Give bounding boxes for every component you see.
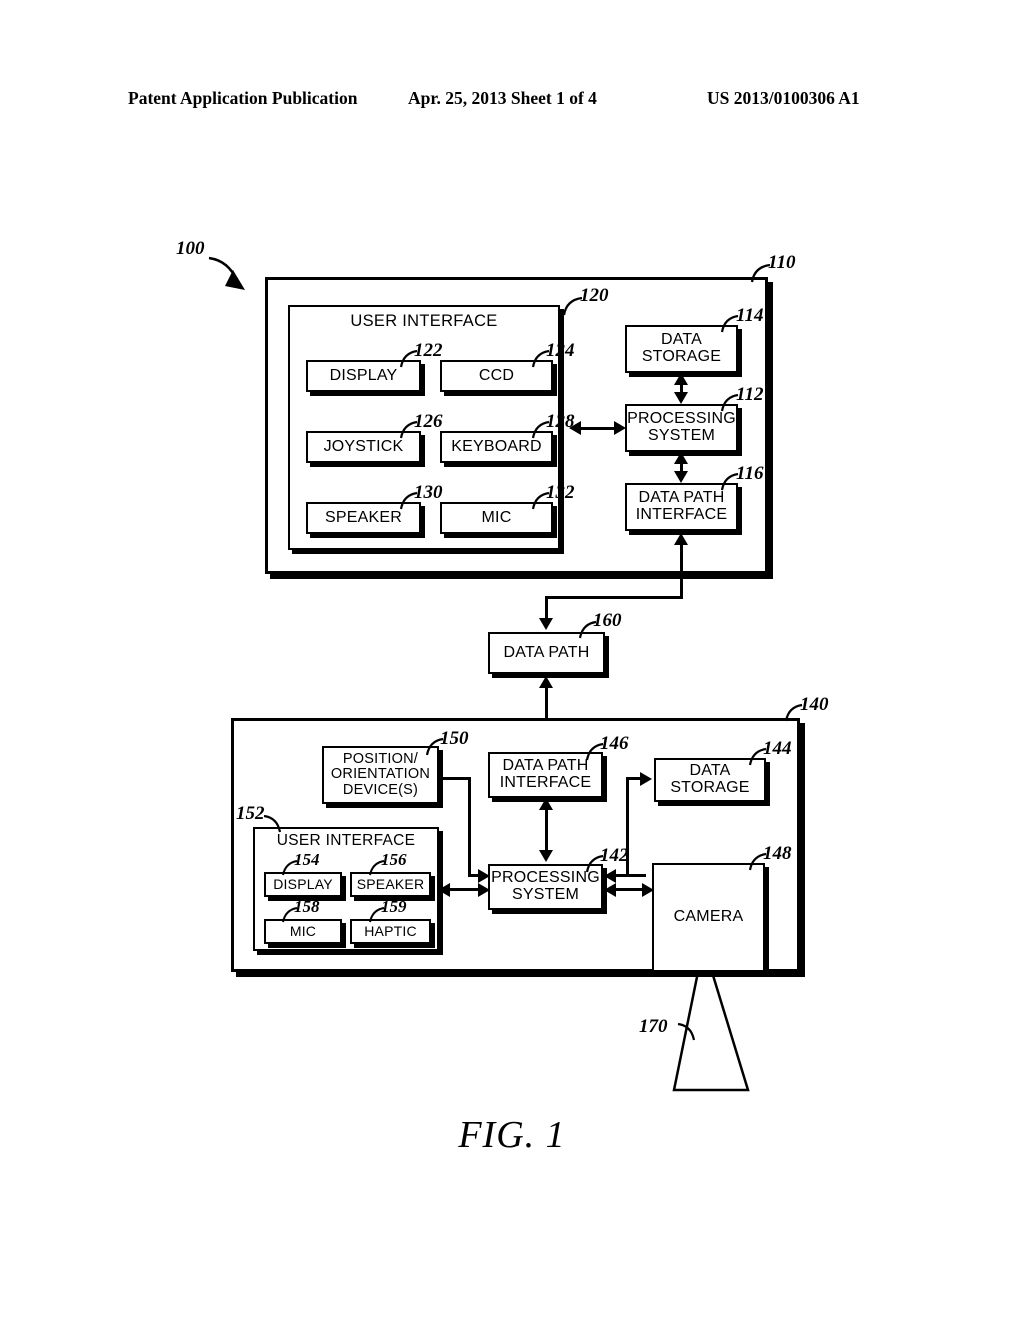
header-publication: Patent Application Publication [128, 88, 358, 108]
arrowhead-left-into-152 [438, 883, 450, 897]
arrowhead-down-116 [674, 471, 688, 483]
arrowhead-up-into-160 [539, 676, 553, 688]
leader-132 [531, 491, 550, 510]
segment-116-down [680, 543, 683, 599]
figure-caption: FIG. 1 [458, 1114, 566, 1156]
segment-148-to-142 [626, 874, 646, 877]
segment-142-up-to-144 [626, 777, 629, 876]
arrowhead-left-120 [569, 421, 581, 435]
component-speaker-156: SPEAKER [350, 872, 431, 897]
leader-150 [425, 737, 444, 756]
connector-146-142 [545, 806, 548, 856]
module-position-orientation-device-150: POSITION/ ORIENTATION DEVICE(S) [322, 746, 439, 804]
arrowhead-right-112 [614, 421, 626, 435]
upper-user-interface-title: USER INTERFACE [350, 312, 498, 330]
arrowhead-right-into-144 [640, 772, 652, 786]
leader-140 [784, 703, 803, 722]
leader-159 [369, 907, 385, 923]
leader-130 [399, 491, 418, 510]
leader-124 [531, 349, 550, 368]
leader-122 [399, 349, 418, 368]
module-camera-148: CAMERA [652, 863, 765, 972]
leader-148 [748, 852, 767, 871]
ref-152: 152 [236, 803, 265, 824]
leader-120 [562, 296, 583, 316]
arrowhead-right-into-148 [642, 883, 654, 897]
leader-126 [399, 420, 418, 439]
leader-156 [369, 860, 385, 876]
leader-112 [720, 393, 739, 412]
leader-146 [585, 742, 604, 761]
lower-user-interface-title: USER INTERFACE [276, 832, 416, 849]
segment-150-right [437, 777, 471, 780]
header-patent-number: US 2013/0100306 A1 [707, 88, 860, 108]
leader-114 [720, 314, 739, 333]
connector-142-148 [612, 888, 646, 891]
component-display-154: DISPLAY [264, 872, 342, 897]
leader-144 [748, 747, 767, 766]
arrowhead-up-into-116 [674, 533, 688, 545]
arrowhead-right-into-142-top [478, 869, 490, 883]
arrowhead-down-into-142 [539, 850, 553, 862]
leader-152 [263, 814, 282, 833]
leader-110 [750, 263, 771, 283]
arrowhead-left-into-142b [604, 883, 616, 897]
segment-116-left [545, 596, 683, 599]
component-mic-158: MIC [264, 919, 342, 944]
leader-170 [677, 1022, 696, 1041]
ref-100: 100 [176, 238, 205, 259]
segment-down-to-datapath [545, 596, 548, 620]
leader-100-arrow [208, 256, 245, 290]
arrowhead-up-112b [674, 452, 688, 464]
arrowhead-up-114 [674, 373, 688, 385]
connector-152-142 [446, 888, 480, 891]
leader-158 [282, 907, 298, 923]
patent-drawing-page: Patent Application Publication Apr. 25, … [0, 0, 1024, 1320]
ref-170: 170 [639, 1016, 668, 1037]
leader-160 [578, 620, 597, 639]
arrowhead-down-112 [674, 392, 688, 404]
leader-154 [282, 860, 298, 876]
leader-128 [531, 420, 550, 439]
arrowhead-right-into-142 [478, 883, 490, 897]
arrowhead-down-into-datapath [539, 618, 553, 630]
leader-116 [720, 472, 739, 491]
segment-150-down [468, 777, 471, 876]
arrowhead-up-into-146b [539, 798, 553, 810]
component-haptic-159: HAPTIC [350, 919, 431, 944]
header-date-sheet: Apr. 25, 2013 Sheet 1 of 4 [408, 88, 597, 108]
